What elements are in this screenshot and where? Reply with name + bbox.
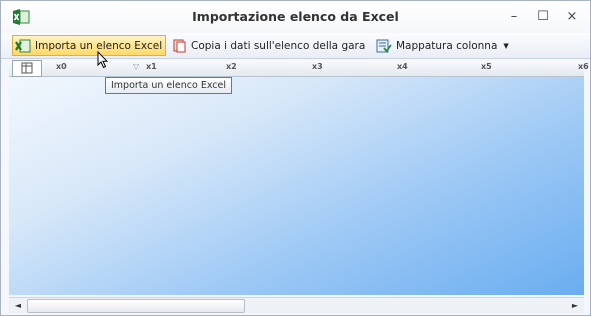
title-bar[interactable]: Importazione elenco da Excel – ☐ × (1, 1, 590, 33)
column-mapping-label: Mappatura colonna (396, 39, 498, 52)
scroll-right-icon[interactable]: ► (567, 298, 583, 313)
maximize-button[interactable]: ☐ (531, 6, 555, 28)
chevron-down-icon: ▼ (503, 41, 509, 50)
grid-body[interactable] (9, 77, 584, 295)
column-header-x0[interactable]: x0 (56, 62, 67, 71)
column-mapping-icon (376, 39, 392, 52)
import-window: Importazione elenco da Excel – ☐ × Impor… (0, 0, 591, 316)
scrollbar-thumb[interactable] (27, 299, 245, 313)
grid-corner-button[interactable] (12, 60, 42, 77)
mouse-cursor-icon (97, 50, 109, 72)
import-excel-button[interactable]: Importa un elenco Excel (12, 35, 167, 56)
column-header-x5[interactable]: x5 (481, 62, 492, 71)
close-button[interactable]: × (560, 6, 584, 28)
table-icon (21, 62, 33, 74)
grid-header: x0 ▽ x1 x2 x3 x4 x5 x6 (9, 60, 589, 77)
minimize-button[interactable]: – (502, 6, 526, 28)
import-excel-label: Importa un elenco Excel (35, 39, 163, 52)
column-header-x3[interactable]: x3 (312, 62, 323, 71)
column-header-x6[interactable]: x6 (578, 62, 589, 71)
horizontal-scrollbar[interactable]: ◄ ► (9, 297, 584, 313)
copy-data-label: Copia i dati sull'elenco della gara (191, 39, 366, 52)
copy-icon (173, 39, 186, 52)
column-header-x2[interactable]: x2 (226, 62, 237, 71)
import-excel-tooltip: Importa un elenco Excel (105, 77, 233, 94)
column-header-x4[interactable]: x4 (397, 62, 408, 71)
toolbar: Importa un elenco Excel Copia i dati sul… (1, 33, 590, 59)
scroll-left-icon[interactable]: ◄ (10, 298, 26, 313)
excel-import-icon (15, 39, 31, 52)
column-header-x1[interactable]: x1 (146, 62, 157, 71)
filter-icon[interactable]: ▽ (133, 62, 139, 71)
column-mapping-dropdown[interactable]: Mappatura colonna ▼ (376, 36, 509, 55)
copy-data-button[interactable]: Copia i dati sull'elenco della gara (173, 36, 365, 55)
